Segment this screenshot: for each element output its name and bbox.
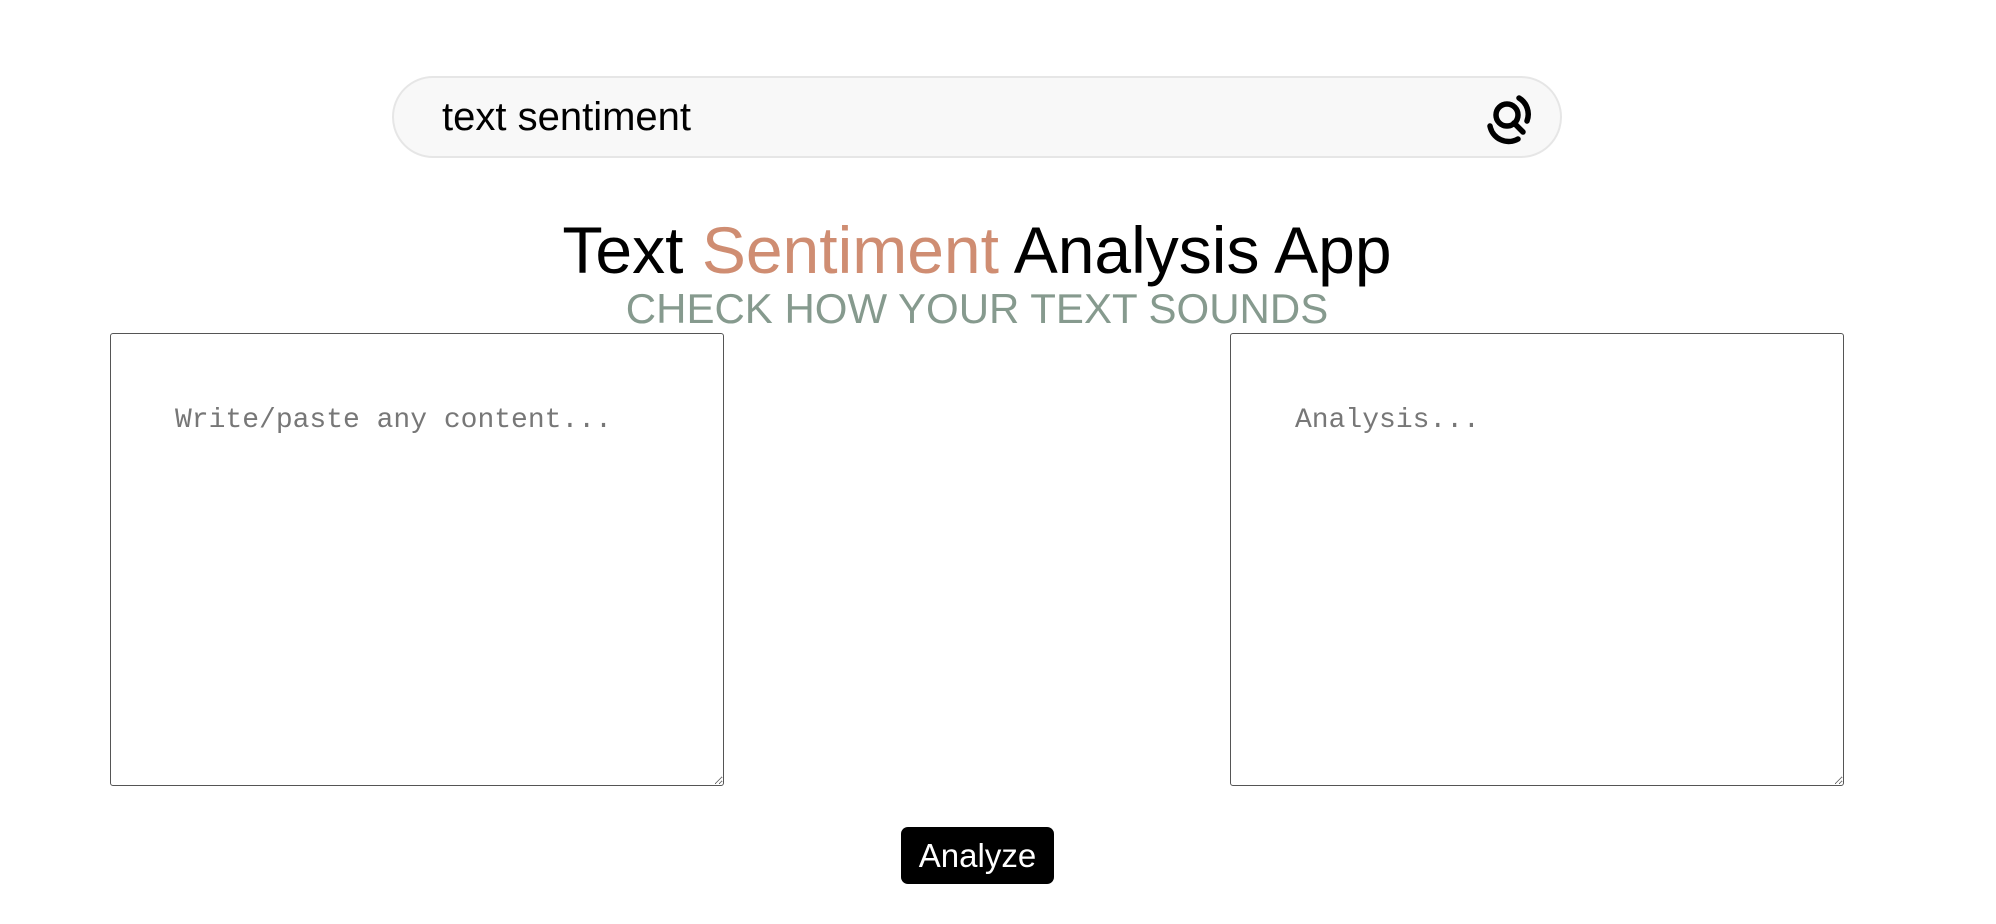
title-text-start: Text: [562, 213, 684, 287]
title-accent-word: Sentiment: [701, 213, 999, 287]
search-bar: [392, 76, 1562, 158]
search-button[interactable]: [1480, 92, 1534, 146]
analysis-output[interactable]: [1230, 333, 1844, 786]
search-input[interactable]: [442, 78, 1442, 156]
analyze-button[interactable]: Analyze: [901, 827, 1054, 884]
title-text-end: Analysis App: [1013, 213, 1392, 287]
content-input[interactable]: [110, 333, 724, 786]
page-subtitle: CHECK HOW YOUR TEXT SOUNDS: [625, 285, 1329, 332]
page-title: Text Sentiment Analysis App: [0, 210, 1954, 290]
search-icon: [1487, 95, 1531, 145]
